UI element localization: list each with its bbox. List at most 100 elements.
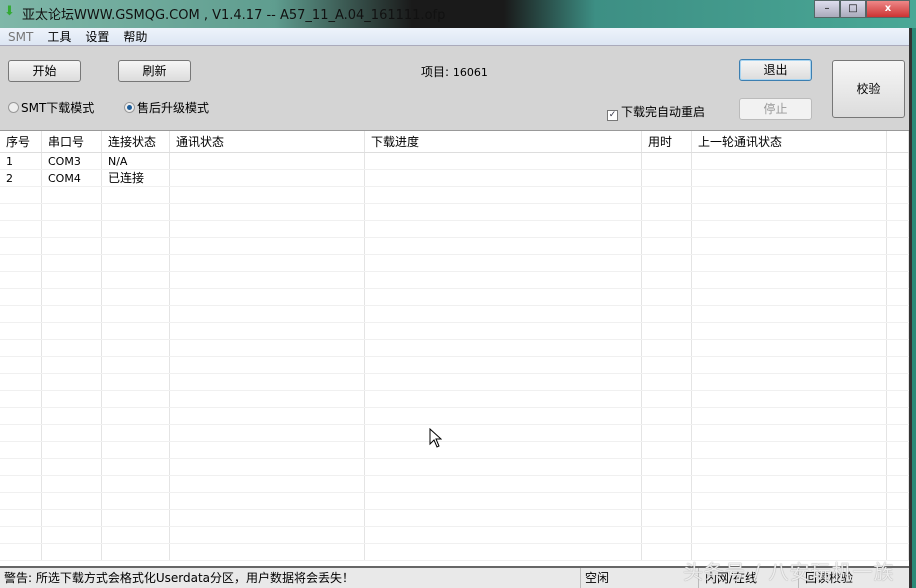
table-cell	[102, 204, 170, 220]
smt-mode-radio[interactable]: SMT下载模式	[8, 99, 94, 116]
table-cell	[692, 408, 887, 424]
column-header[interactable]: 连接状态	[102, 131, 170, 152]
radio-checked-icon	[124, 102, 135, 113]
table-row[interactable]: 1 COM3 N/A	[0, 153, 909, 170]
mouse-cursor-icon	[429, 428, 442, 448]
table-cell	[42, 493, 102, 509]
table-row[interactable]	[0, 238, 909, 255]
table-cell	[0, 408, 42, 424]
menu-help[interactable]: 帮助	[123, 28, 147, 45]
table-cell	[42, 289, 102, 305]
table-cell	[0, 442, 42, 458]
table-cell	[0, 493, 42, 509]
table-row[interactable]	[0, 459, 909, 476]
table-cell	[42, 221, 102, 237]
table-cell	[642, 527, 692, 543]
after-sales-mode-radio[interactable]: 售后升级模式	[124, 99, 209, 116]
table-cell	[365, 391, 642, 407]
table-cell	[642, 425, 692, 441]
table-row[interactable]	[0, 510, 909, 527]
auto-restart-checkbox[interactable]: ✓ 下载完自动重启	[607, 103, 705, 121]
table-cell	[0, 425, 42, 441]
table-cell: COM3	[42, 153, 102, 169]
table-cell	[0, 527, 42, 543]
table-cell	[365, 357, 642, 373]
table-cell	[692, 289, 887, 305]
table-cell	[365, 238, 642, 254]
refresh-button[interactable]: 刷新	[118, 60, 191, 82]
table-cell: 2	[0, 170, 42, 186]
table-row[interactable]	[0, 323, 909, 340]
table-row[interactable]: 2 COM4 已连接	[0, 170, 909, 187]
table-cell	[887, 510, 909, 526]
table-row[interactable]	[0, 306, 909, 323]
table-cell	[887, 527, 909, 543]
table-cell	[365, 476, 642, 492]
table-cell	[692, 459, 887, 475]
table-cell	[102, 425, 170, 441]
table-cell	[642, 255, 692, 271]
minimize-button[interactable]: –	[814, 0, 840, 18]
table-cell	[102, 306, 170, 322]
table-cell	[365, 340, 642, 356]
table-row[interactable]	[0, 187, 909, 204]
table-row[interactable]	[0, 425, 909, 442]
table-row[interactable]	[0, 255, 909, 272]
start-button[interactable]: 开始	[8, 60, 81, 82]
column-header[interactable]: 通讯状态	[170, 131, 365, 152]
table-row[interactable]	[0, 476, 909, 493]
table-cell	[887, 323, 909, 339]
table-cell	[365, 187, 642, 203]
menu-smt[interactable]: SMT	[8, 30, 33, 44]
table-cell	[642, 442, 692, 458]
close-button[interactable]: x	[866, 0, 910, 18]
table-cell	[170, 306, 365, 322]
menu-settings[interactable]: 设置	[85, 28, 109, 45]
table-cell	[102, 476, 170, 492]
table-row[interactable]	[0, 204, 909, 221]
column-header[interactable]: 上一轮通讯状态	[692, 131, 887, 152]
column-header[interactable]	[887, 131, 909, 152]
table-cell	[42, 204, 102, 220]
table-row[interactable]	[0, 221, 909, 238]
table-cell	[642, 357, 692, 373]
table-cell	[170, 510, 365, 526]
table-cell	[887, 289, 909, 305]
menu-tools[interactable]: 工具	[47, 28, 71, 45]
table-row[interactable]	[0, 493, 909, 510]
table-cell	[102, 221, 170, 237]
table-cell	[887, 340, 909, 356]
table-row[interactable]	[0, 357, 909, 374]
table-cell	[170, 255, 365, 271]
exit-button[interactable]: 退出	[739, 59, 812, 81]
table-row[interactable]	[0, 391, 909, 408]
table-cell	[642, 289, 692, 305]
stop-button[interactable]: 停止	[739, 98, 812, 120]
table-cell	[642, 153, 692, 169]
column-header[interactable]: 用时	[642, 131, 692, 152]
column-header[interactable]: 下载进度	[365, 131, 642, 152]
title-bar: ⬇ 亚太论坛WWW.GSMQG.COM , V1.4.17 -- A57_11_…	[0, 0, 916, 28]
table-row[interactable]	[0, 289, 909, 306]
table-row[interactable]	[0, 442, 909, 459]
table-cell	[102, 408, 170, 424]
table-cell	[170, 425, 365, 441]
table-cell	[692, 442, 887, 458]
table-cell	[887, 408, 909, 424]
maximize-button[interactable]: □	[840, 0, 866, 18]
table-cell	[642, 510, 692, 526]
table-row[interactable]	[0, 340, 909, 357]
radio-unchecked-icon	[8, 102, 19, 113]
table-row[interactable]	[0, 272, 909, 289]
column-header[interactable]: 序号	[0, 131, 42, 152]
table-cell	[642, 340, 692, 356]
table-row[interactable]	[0, 374, 909, 391]
table-cell	[102, 238, 170, 254]
table-cell	[0, 323, 42, 339]
table-cell: 已连接	[102, 170, 170, 186]
column-header[interactable]: 串口号	[42, 131, 102, 152]
table-cell: COM4	[42, 170, 102, 186]
verify-button[interactable]: 校验	[832, 60, 905, 118]
table-row[interactable]	[0, 527, 909, 544]
table-row[interactable]	[0, 408, 909, 425]
